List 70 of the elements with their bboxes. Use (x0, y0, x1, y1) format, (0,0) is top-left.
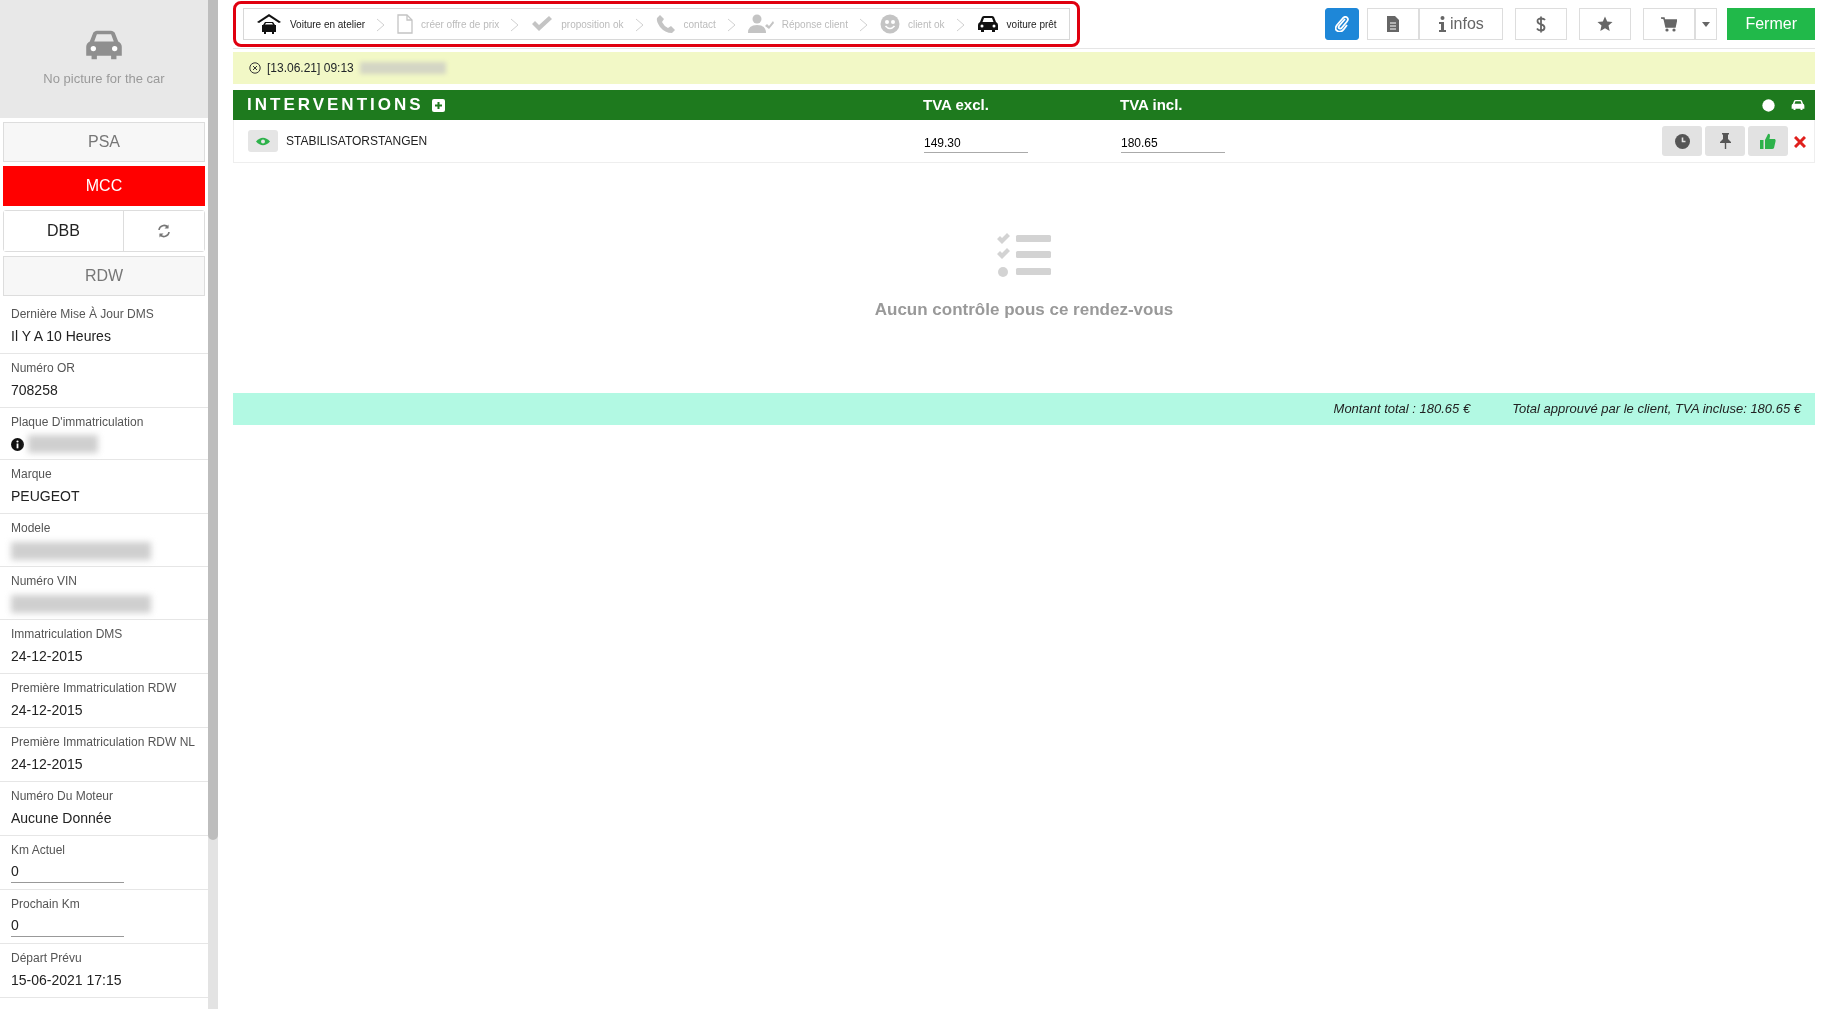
field-label: Marque (11, 466, 53, 483)
intervention-name: STABILISATORSTANGEN (286, 133, 428, 150)
input-field[interactable]: 0 (11, 915, 124, 937)
field-value: 708258 (11, 381, 59, 400)
user-check-icon (747, 14, 774, 34)
empty-message: Aucun contrôle pous ce rendez-vous (874, 299, 1174, 322)
column-header: INTERVENTIONS (247, 94, 424, 117)
field-label: Numéro VIN (11, 573, 79, 590)
refresh-icon (157, 224, 171, 238)
car-icon (1791, 99, 1805, 111)
field-value: 24-12-2015 (11, 755, 84, 774)
document-icon (1387, 16, 1400, 32)
info-icon (11, 437, 24, 451)
source-button[interactable]: RDW (3, 256, 205, 296)
car-icon (976, 15, 999, 33)
field-value: Il Y A 10 Heures (11, 327, 112, 346)
input-field[interactable]: 0 (11, 861, 124, 883)
field-value: 15-06-2021 17:15 (11, 971, 123, 990)
field-label: Première Immatriculation RDW NL (11, 734, 197, 751)
phone-icon (655, 14, 676, 34)
field-value: Aucune Donnée (11, 809, 113, 828)
field-label: Numéro OR (11, 360, 76, 377)
clock-icon (1674, 133, 1690, 149)
total-amount: Total approuvé par le client, TVA incluse: 180.65 € (1512, 400, 1801, 419)
field-label: Plaque D'immatriculation (11, 414, 145, 431)
field-label: Prochain Km (11, 896, 81, 913)
field-label: Dernière Mise À Jour DMS (11, 305, 155, 323)
field-label: Numéro Du Moteur (11, 788, 115, 805)
column-header: TVA incl. (1120, 94, 1184, 115)
clock-button[interactable] (1662, 126, 1702, 156)
close-icon (1794, 135, 1806, 148)
field-value: 24-12-2015 (11, 701, 84, 720)
star-icon (1597, 16, 1614, 32)
add-icon[interactable] (431, 98, 445, 112)
field-label: Km Actuel (11, 842, 67, 859)
source-button[interactable]: PSA (3, 122, 205, 162)
source-button[interactable]: MCC (3, 166, 205, 206)
close-button[interactable]: Fermer (1727, 8, 1815, 40)
paperclip-icon (1335, 16, 1350, 32)
notice-text: [13.06.21] 09:13 (267, 60, 354, 77)
field-value: PEUGEOT (11, 487, 81, 506)
check-icon (531, 15, 554, 33)
placeholder-text: No picture for the car (43, 70, 165, 89)
close-icon[interactable] (249, 62, 261, 74)
field-label: Première Immatriculation RDW (11, 680, 178, 697)
garage-car-icon (256, 13, 282, 35)
pin-button[interactable] (1705, 126, 1745, 156)
column-header: TVA excl. (923, 94, 990, 115)
blurred-value (28, 435, 98, 453)
source-button[interactable]: DBB (4, 211, 124, 251)
pin-icon (1719, 133, 1731, 149)
car-icon (84, 29, 124, 62)
caret-icon (1702, 21, 1711, 27)
cart-icon (1661, 16, 1678, 32)
field-value: 24-12-2015 (11, 647, 84, 666)
toolbar-button[interactable]: infos (1419, 8, 1504, 40)
info-icon (1439, 16, 1447, 32)
field-label: Modele (11, 520, 52, 537)
progress-step[interactable]: voiture prêt (964, 9, 1069, 39)
scrollbar-thumb[interactable] (208, 0, 218, 840)
dollar-icon (1536, 15, 1547, 33)
document-icon (397, 14, 414, 34)
total-amount: Montant total : 180.65 € (1333, 400, 1471, 419)
progress-step[interactable]: Voiture en atelier (244, 9, 378, 39)
field-label: Immatriculation DMS (11, 626, 124, 643)
toolbar-button[interactable] (1325, 8, 1360, 40)
checklist-icon (996, 233, 1052, 280)
thumbs-up-icon (1760, 133, 1776, 149)
eye-icon (256, 136, 270, 146)
field-label: Départ Prévu (11, 950, 83, 967)
